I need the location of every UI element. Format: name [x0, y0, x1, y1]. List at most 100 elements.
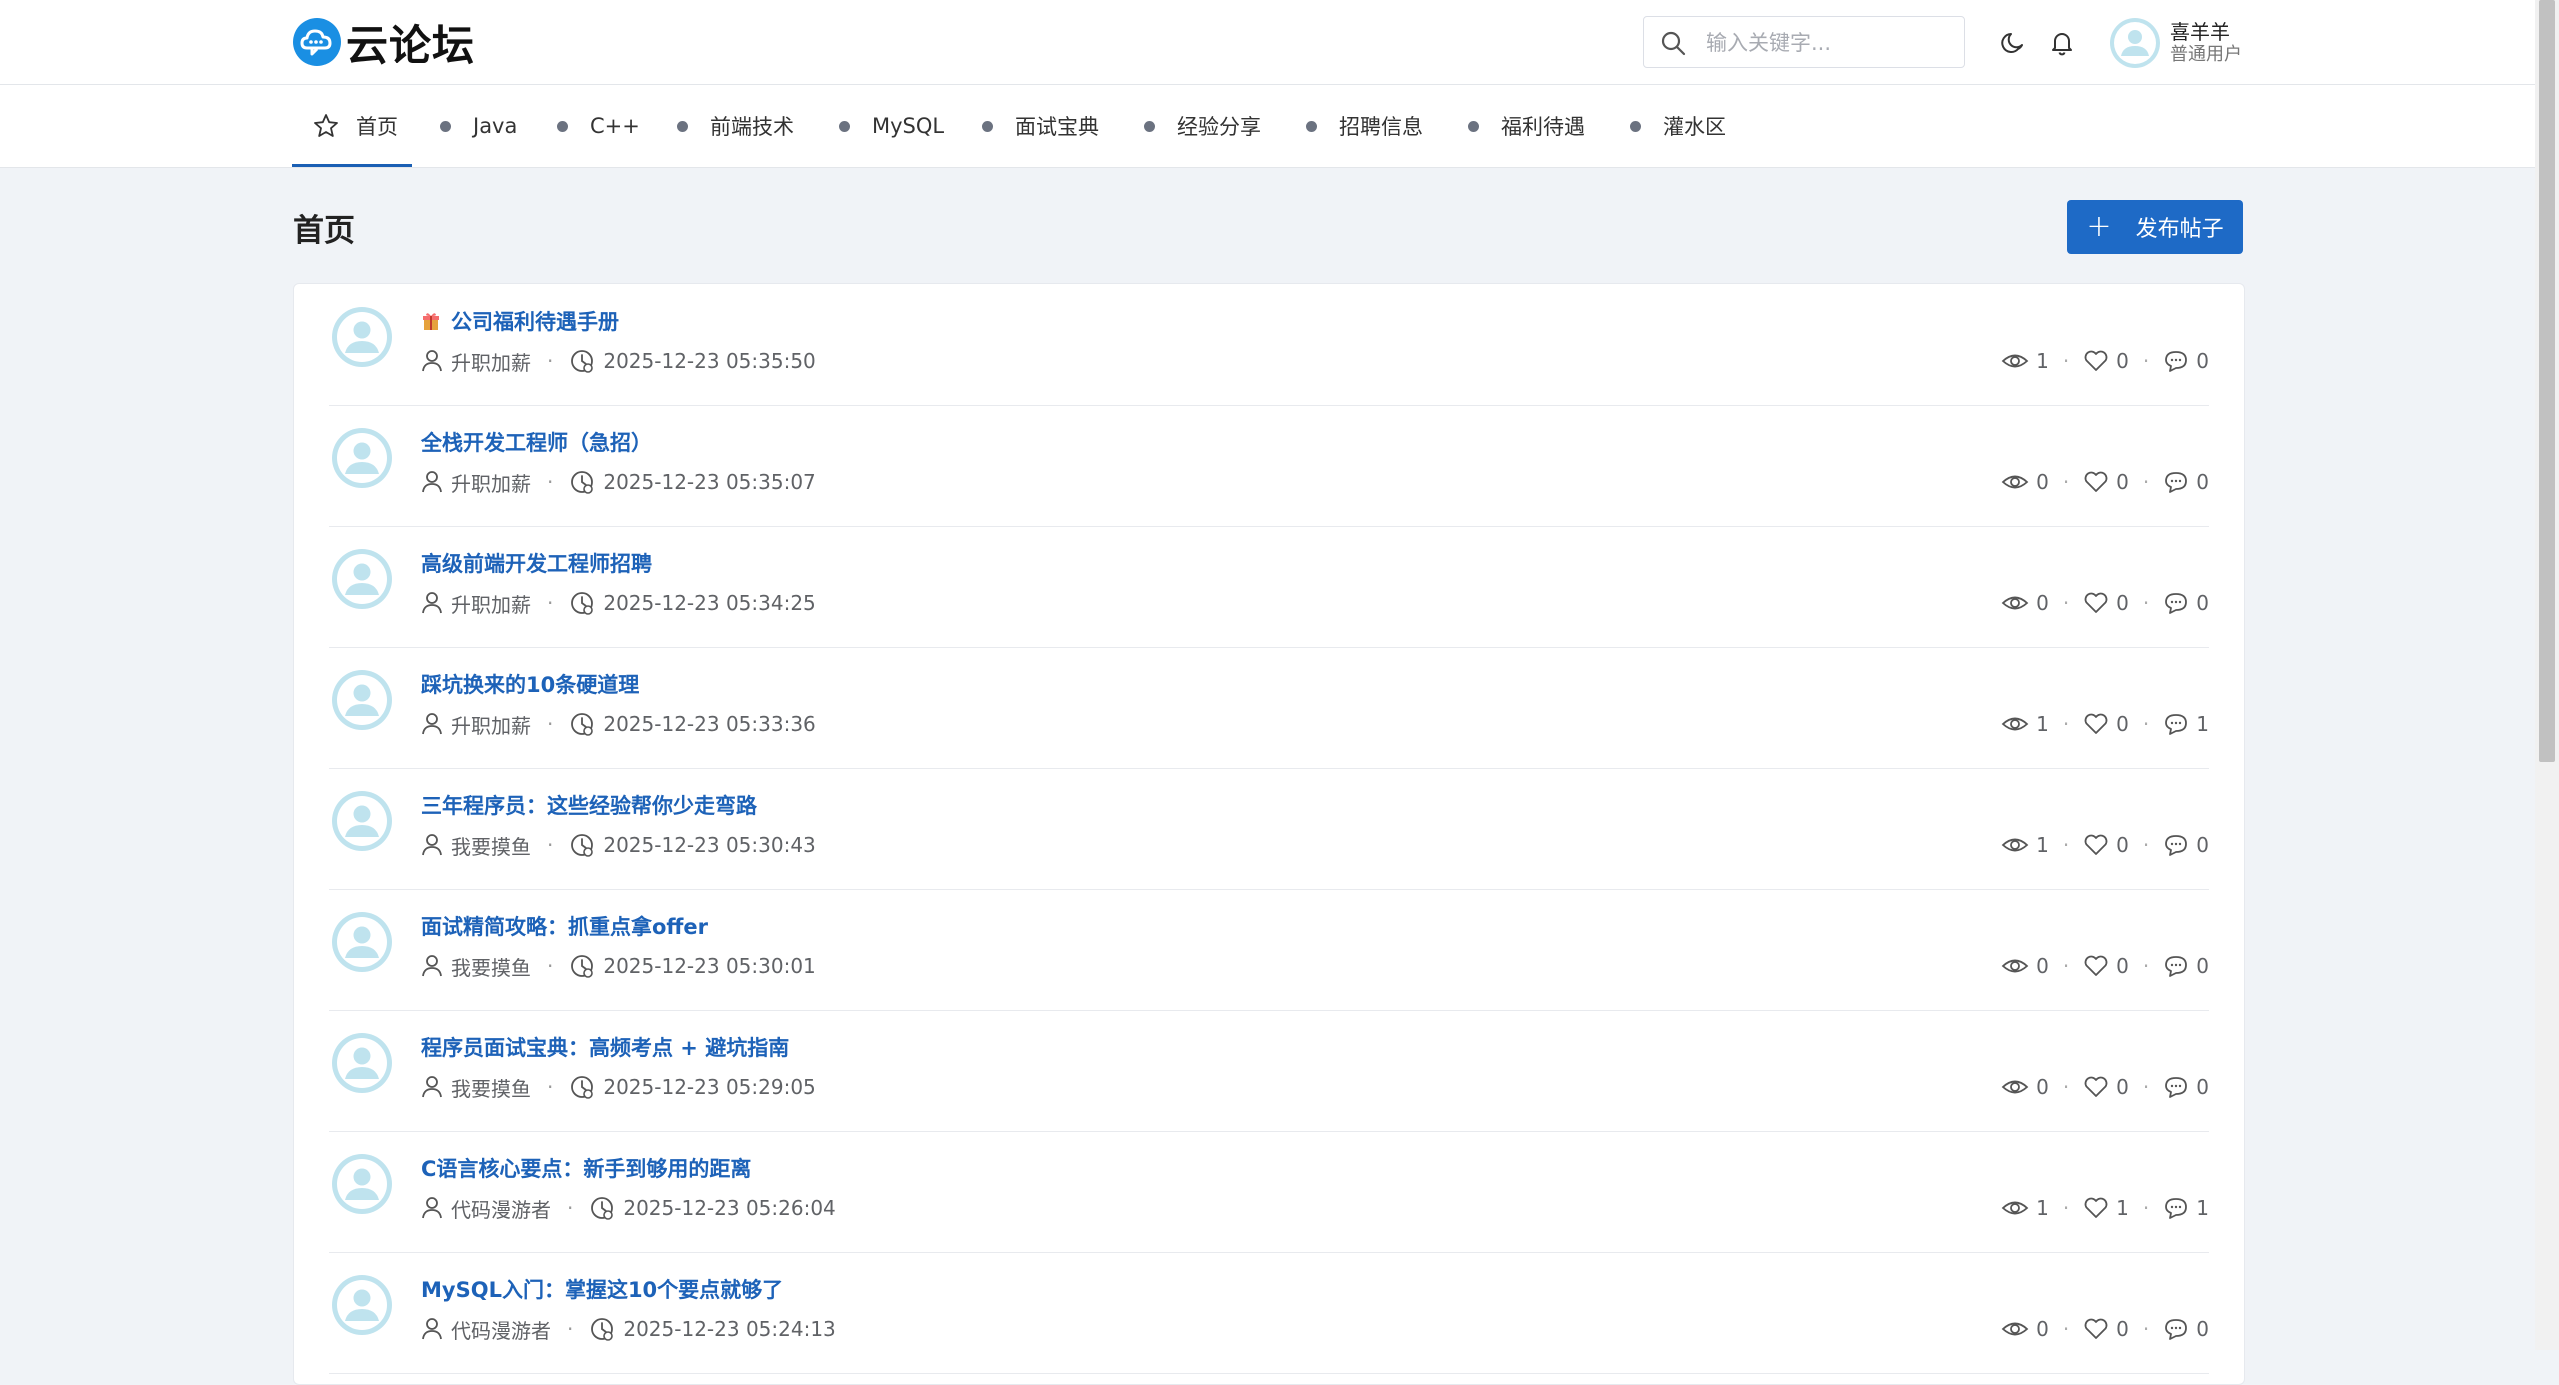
post-item[interactable]: 面试精简攻略：抓重点拿offer 我要摸鱼 · 2025-12-23 05:30:01… [329, 889, 2209, 1011]
comments-stat[interactable]: 1 [2163, 712, 2209, 736]
post-time: 2025-12-23 05:24:13 [623, 1317, 836, 1341]
author-avatar[interactable] [331, 306, 393, 368]
likes-stat[interactable]: 0 [2083, 954, 2129, 978]
author-avatar[interactable] [331, 548, 393, 610]
nav-item-mysql[interactable]: MySQL [839, 85, 944, 167]
comments-stat[interactable]: 0 [2163, 1317, 2209, 1341]
comment-icon [2165, 593, 2188, 614]
author-avatar[interactable] [331, 1274, 393, 1336]
post-title-link[interactable]: 程序员面试宝典：高频考点 + 避坑指南 [421, 1032, 789, 1062]
post-title-link[interactable]: 踩坑换来的10条硬道理 [421, 669, 639, 699]
eye-icon [2001, 959, 2029, 973]
separator: · [2062, 470, 2070, 494]
post-author[interactable]: 我要摸鱼 [451, 831, 531, 860]
comments-stat[interactable]: 0 [2163, 349, 2209, 373]
user-icon [422, 955, 442, 977]
nav-item-jobs[interactable]: 招聘信息 [1306, 85, 1423, 167]
views-count: 0 [2036, 591, 2049, 615]
user-menu[interactable]: 喜羊羊 普通用户 [2110, 16, 2242, 70]
separator: · [2062, 954, 2070, 978]
comments-stat[interactable]: 0 [2163, 833, 2209, 857]
likes-stat[interactable]: 1 [2083, 1196, 2129, 1220]
post-author[interactable]: 升职加薪 [451, 589, 531, 618]
likes-stat[interactable]: 0 [2083, 470, 2129, 494]
likes-stat[interactable]: 0 [2083, 1075, 2129, 1099]
nav-item-benefits[interactable]: 福利待遇 [1468, 85, 1585, 167]
nav-label: 面试宝典 [1015, 115, 1099, 139]
post-author[interactable]: 代码漫游者 [451, 1315, 551, 1344]
separator: · [2062, 712, 2070, 736]
post-item[interactable]: 公司福利待遇手册 升职加薪 · 2025-12-23 05:35:50 1 · 0 · 0 [329, 284, 2209, 406]
eye-icon [2001, 838, 2029, 852]
clock-icon [571, 471, 594, 494]
post-item[interactable]: 三年程序员：这些经验帮你少走弯路 我要摸鱼 · 2025-12-23 05:30:43… [329, 768, 2209, 890]
post-title-link[interactable]: MySQL入门：掌握这10个要点就够了 [421, 1274, 783, 1304]
author-avatar[interactable] [331, 1153, 393, 1215]
separator: · [547, 591, 554, 615]
author-avatar[interactable] [331, 427, 393, 489]
comments-stat[interactable]: 0 [2163, 470, 2209, 494]
post-item[interactable]: 全栈开发工程师（急招） 升职加薪 · 2025-12-23 05:35:07 0 · 0 · 0 [329, 405, 2209, 527]
comments-stat[interactable]: 0 [2163, 591, 2209, 615]
likes-stat[interactable]: 0 [2083, 349, 2129, 373]
likes-stat[interactable]: 0 [2083, 712, 2129, 736]
views-count: 0 [2036, 1317, 2049, 1341]
separator: · [547, 954, 554, 978]
post-item[interactable]: 程序员面试宝典：高频考点 + 避坑指南 我要摸鱼 · 2025-12-23 05:29… [329, 1010, 2209, 1132]
post-title-link[interactable]: 三年程序员：这些经验帮你少走弯路 [421, 790, 757, 820]
eye-icon [2001, 1201, 2029, 1215]
post-title-link[interactable]: 公司福利待遇手册 [421, 306, 619, 336]
post-title-link[interactable]: C语言核心要点：新手到够用的距离 [421, 1153, 751, 1183]
post-stats: 1 · 0 · 0 [2001, 346, 2209, 376]
user-icon [422, 1197, 442, 1219]
comments-stat[interactable]: 0 [2163, 954, 2209, 978]
site-logo[interactable]: 云论坛 [292, 16, 475, 70]
post-title-link[interactable]: 高级前端开发工程师招聘 [421, 548, 652, 578]
comments-stat[interactable]: 0 [2163, 1075, 2209, 1099]
post-author[interactable]: 升职加薪 [451, 468, 531, 497]
search-input[interactable] [1704, 26, 1948, 60]
post-title: C语言核心要点：新手到够用的距离 [421, 1157, 752, 1181]
post-author[interactable]: 升职加薪 [451, 710, 531, 739]
author-avatar[interactable] [331, 911, 393, 973]
post-title-link[interactable]: 面试精简攻略：抓重点拿offer [421, 911, 708, 941]
notification-button[interactable] [2045, 26, 2079, 60]
author-avatar[interactable] [331, 669, 393, 731]
separator: · [2062, 591, 2070, 615]
theme-toggle-button[interactable] [1996, 26, 2030, 60]
publish-post-button[interactable]: + 发布帖子 [2067, 200, 2243, 254]
nav-item-java[interactable]: Java [440, 85, 517, 167]
likes-stat[interactable]: 0 [2083, 1317, 2129, 1341]
nav-item-cpp[interactable]: C++ [557, 85, 640, 167]
author-avatar[interactable] [331, 790, 393, 852]
dot-icon [1468, 120, 1479, 132]
post-author[interactable]: 升职加薪 [451, 347, 531, 376]
nav-item-frontend[interactable]: 前端技术 [677, 85, 794, 167]
post-author[interactable]: 我要摸鱼 [451, 1073, 531, 1102]
heart-icon [2084, 1197, 2108, 1218]
author-avatar[interactable] [331, 1032, 393, 1094]
post-meta: 我要摸鱼 · 2025-12-23 05:30:01 [421, 951, 816, 981]
post-item[interactable]: MySQL入门：掌握这10个要点就够了代码漫游者 · 2025-12-23 05:2… [329, 1252, 2209, 1374]
likes-stat[interactable]: 0 [2083, 833, 2129, 857]
comment-icon [2165, 835, 2188, 856]
post-author[interactable]: 代码漫游者 [451, 1194, 551, 1223]
likes-stat[interactable]: 0 [2083, 591, 2129, 615]
likes-count: 0 [2116, 470, 2129, 494]
nav-label: MySQL [872, 114, 945, 138]
post-item[interactable]: C语言核心要点：新手到够用的距离 代码漫游者 · 2025-12-23 05:26:0… [329, 1131, 2209, 1253]
post-title-link[interactable]: 全栈开发工程师（急招） [421, 427, 652, 457]
user-icon [422, 1318, 442, 1340]
nav-item-home[interactable]: 首页 [312, 85, 398, 167]
comments-stat[interactable]: 1 [2163, 1196, 2209, 1220]
post-author[interactable]: 我要摸鱼 [451, 952, 531, 981]
views-stat: 1 [2001, 833, 2049, 857]
scrollbar-thumb[interactable] [2539, 0, 2555, 762]
post-item[interactable]: 踩坑换来的10条硬道理 升职加薪 · 2025-12-23 05:33:36 1 · 0 · 1 [329, 647, 2209, 769]
separator: · [2062, 1317, 2070, 1341]
nav-item-offtopic[interactable]: 灌水区 [1630, 85, 1726, 167]
post-item[interactable]: 高级前端开发工程师招聘 升职加薪 · 2025-12-23 05:34:25 0 · 0 · 0 [329, 526, 2209, 648]
nav-item-interview[interactable]: 面试宝典 [982, 85, 1099, 167]
nav-item-experience[interactable]: 经验分享 [1144, 85, 1261, 167]
post-stats: 0 · 0 · 0 [2001, 588, 2209, 618]
